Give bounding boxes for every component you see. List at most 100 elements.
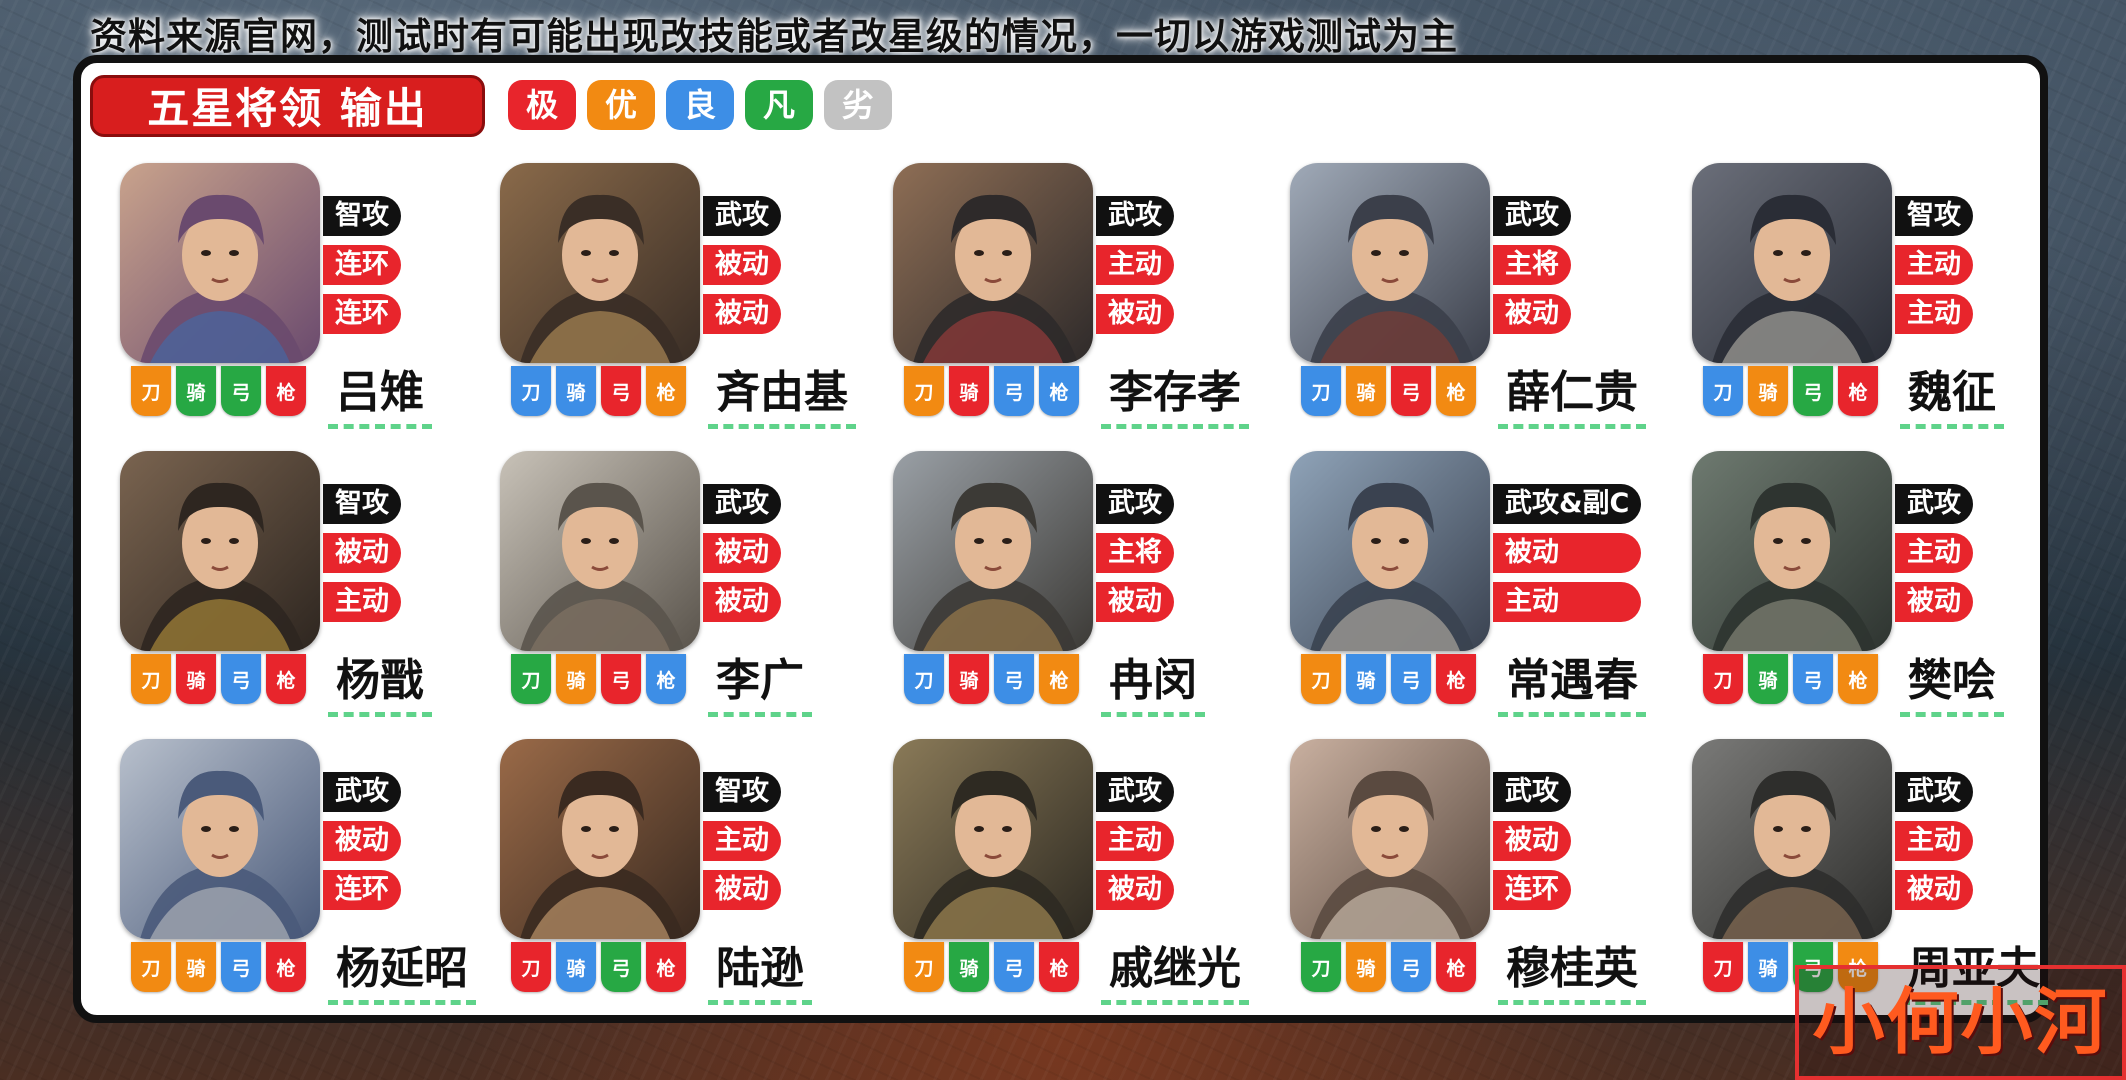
type-tag: 武攻 bbox=[1493, 196, 1571, 236]
weapon-ratings: 刀骑弓枪 bbox=[131, 942, 306, 992]
weapon-ratings: 刀骑弓枪 bbox=[904, 654, 1079, 704]
general-card: 智攻 被动 主动刀骑弓枪杨戬 bbox=[120, 451, 500, 717]
skill-tag: 被动 bbox=[703, 582, 781, 622]
skill-tag: 被动 bbox=[703, 870, 781, 910]
disclaimer-text: 资料来源官网，测试时有可能出现改技能或者改星级的情况，一切以游戏测试为主 bbox=[90, 15, 1458, 58]
type-tag: 武攻 bbox=[1096, 196, 1174, 236]
skill-tag: 被动 bbox=[323, 821, 401, 861]
skill-tag: 连环 bbox=[1493, 870, 1571, 910]
weapon-ratings: 刀骑弓枪 bbox=[511, 654, 686, 704]
skill-tag: 连环 bbox=[323, 245, 401, 285]
weapon-badge: 枪 bbox=[266, 366, 306, 416]
type-tag: 智攻 bbox=[323, 196, 401, 236]
tier-badge-liang: 良 bbox=[666, 80, 734, 130]
weapon-badge: 枪 bbox=[1838, 654, 1878, 704]
general-name: 杨戬 bbox=[328, 644, 432, 717]
type-tag: 武攻 bbox=[1493, 772, 1571, 812]
type-tag: 武攻 bbox=[323, 772, 401, 812]
skill-tag: 主动 bbox=[1895, 294, 1973, 334]
general-name: 杨延昭 bbox=[328, 932, 476, 1005]
weapon-badge: 刀 bbox=[1703, 366, 1743, 416]
skill-tag: 被动 bbox=[703, 533, 781, 573]
weapon-badge: 枪 bbox=[1039, 942, 1079, 992]
skill-tag: 被动 bbox=[1096, 294, 1174, 334]
weapon-badge: 刀 bbox=[511, 654, 551, 704]
weapon-ratings: 刀骑弓枪 bbox=[904, 942, 1079, 992]
general-name: 穆桂英 bbox=[1498, 932, 1646, 1005]
weapon-badge: 弓 bbox=[601, 654, 641, 704]
weapon-badge: 骑 bbox=[1748, 654, 1788, 704]
weapon-badge: 刀 bbox=[1301, 654, 1341, 704]
weapon-badge: 弓 bbox=[221, 942, 261, 992]
type-tag: 智攻 bbox=[323, 484, 401, 524]
weapon-badge: 刀 bbox=[1703, 654, 1743, 704]
general-portrait bbox=[893, 739, 1093, 939]
skill-tag: 连环 bbox=[323, 294, 401, 334]
weapon-badge: 枪 bbox=[1039, 654, 1079, 704]
weapon-badge: 骑 bbox=[1748, 366, 1788, 416]
weapon-badge: 骑 bbox=[949, 654, 989, 704]
general-portrait bbox=[500, 451, 700, 651]
general-name: 陆逊 bbox=[708, 932, 812, 1005]
weapon-badge: 弓 bbox=[221, 654, 261, 704]
tier-badge-ji: 极 bbox=[508, 80, 576, 130]
weapon-badge: 刀 bbox=[131, 654, 171, 704]
weapon-badge: 枪 bbox=[646, 654, 686, 704]
weapon-badge: 弓 bbox=[221, 366, 261, 416]
skill-tag: 被动 bbox=[1096, 870, 1174, 910]
general-card: 智攻 连环 连环刀骑弓枪吕雉 bbox=[120, 163, 500, 429]
general-card: 武攻 主将 被动刀骑弓枪薛仁贵 bbox=[1290, 163, 1670, 429]
weapon-badge: 弓 bbox=[994, 654, 1034, 704]
skill-tag: 被动 bbox=[1895, 582, 1973, 622]
tier-badge-lie: 劣 bbox=[824, 80, 892, 130]
role-tags: 武攻 被动 被动 bbox=[703, 484, 781, 622]
weapon-badge: 枪 bbox=[266, 654, 306, 704]
role-tags: 武攻 被动 连环 bbox=[323, 772, 401, 910]
weapon-badge: 骑 bbox=[1346, 654, 1386, 704]
skill-tag: 主将 bbox=[1096, 533, 1174, 573]
skill-tag: 连环 bbox=[323, 870, 401, 910]
role-tags: 武攻 主将 被动 bbox=[1096, 484, 1174, 622]
weapon-badge: 枪 bbox=[1436, 654, 1476, 704]
type-tag: 武攻 bbox=[1096, 484, 1174, 524]
skill-tag: 主动 bbox=[703, 821, 781, 861]
general-card: 武攻&副C 被动 主动刀骑弓枪常遇春 bbox=[1290, 451, 1670, 717]
general-portrait bbox=[1692, 739, 1892, 939]
weapon-badge: 骑 bbox=[176, 942, 216, 992]
general-portrait bbox=[893, 451, 1093, 651]
weapon-badge: 刀 bbox=[131, 366, 171, 416]
role-tags: 武攻 主将 被动 bbox=[1493, 196, 1571, 334]
general-card: 武攻 主动 被动刀骑弓枪樊哙 bbox=[1692, 451, 2072, 717]
skill-tag: 被动 bbox=[1493, 821, 1571, 861]
general-portrait bbox=[1290, 451, 1490, 651]
weapon-badge: 枪 bbox=[1436, 942, 1476, 992]
general-card: 智攻 主动 被动刀骑弓枪陆逊 bbox=[500, 739, 880, 1005]
weapon-badge: 骑 bbox=[176, 366, 216, 416]
general-portrait bbox=[1290, 739, 1490, 939]
role-tags: 武攻 主动 被动 bbox=[1096, 772, 1174, 910]
weapon-badge: 骑 bbox=[1346, 366, 1386, 416]
skill-tag: 主将 bbox=[1493, 245, 1571, 285]
type-tag: 武攻 bbox=[1096, 772, 1174, 812]
general-portrait bbox=[893, 163, 1093, 363]
role-tags: 武攻 主动 被动 bbox=[1895, 772, 1973, 910]
general-name: 冉闵 bbox=[1101, 644, 1205, 717]
weapon-badge: 骑 bbox=[1346, 942, 1386, 992]
type-tag: 武攻 bbox=[1895, 484, 1973, 524]
role-tags: 武攻 被动 被动 bbox=[703, 196, 781, 334]
weapon-badge: 弓 bbox=[1793, 366, 1833, 416]
skill-tag: 被动 bbox=[323, 533, 401, 573]
weapon-badge: 骑 bbox=[556, 654, 596, 704]
weapon-badge: 刀 bbox=[511, 942, 551, 992]
skill-tag: 被动 bbox=[1895, 870, 1973, 910]
watermark-logo: 小何小河 bbox=[1795, 965, 2126, 1080]
weapon-ratings: 刀骑弓枪 bbox=[131, 366, 306, 416]
skill-tag: 被动 bbox=[1493, 294, 1571, 334]
weapon-badge: 枪 bbox=[1039, 366, 1079, 416]
general-name: 李广 bbox=[708, 644, 812, 717]
general-card: 武攻 被动 被动刀骑弓枪斉由基 bbox=[500, 163, 880, 429]
tier-badge-you: 优 bbox=[587, 80, 655, 130]
weapon-ratings: 刀骑弓枪 bbox=[131, 654, 306, 704]
general-card: 武攻被动连环刀骑弓枪杨延昭 bbox=[120, 739, 500, 1005]
weapon-ratings: 刀骑弓枪 bbox=[511, 366, 686, 416]
